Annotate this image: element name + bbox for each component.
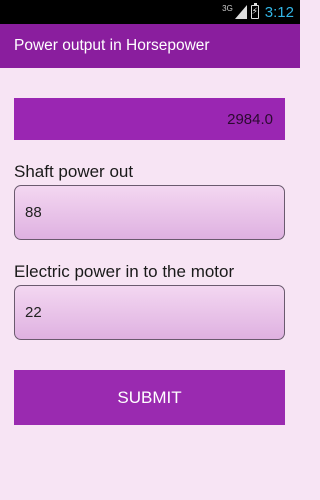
submit-button[interactable]: SUBMIT [14,370,285,425]
electric-power-input[interactable]: 22 [14,285,285,340]
shaft-power-input[interactable]: 88 [14,185,285,240]
status-indicators: 3G ⚡ 3:12 [222,0,294,24]
signal-icon [234,5,247,19]
network-type: 3G [222,3,233,13]
result-output: 2984.0 [14,98,285,140]
clock: 3:12 [264,3,294,21]
electric-power-label: Electric power in to the motor [14,262,235,281]
battery-icon: ⚡ [250,3,259,19]
status-bar: 3G ⚡ 3:12 [0,0,300,24]
app-bar: Power output in Horsepower [0,24,300,68]
shaft-power-label: Shaft power out [14,162,134,181]
app-title: Power output in Horsepower [14,37,210,54]
battery-charging-glyph: ⚡ [251,6,258,17]
